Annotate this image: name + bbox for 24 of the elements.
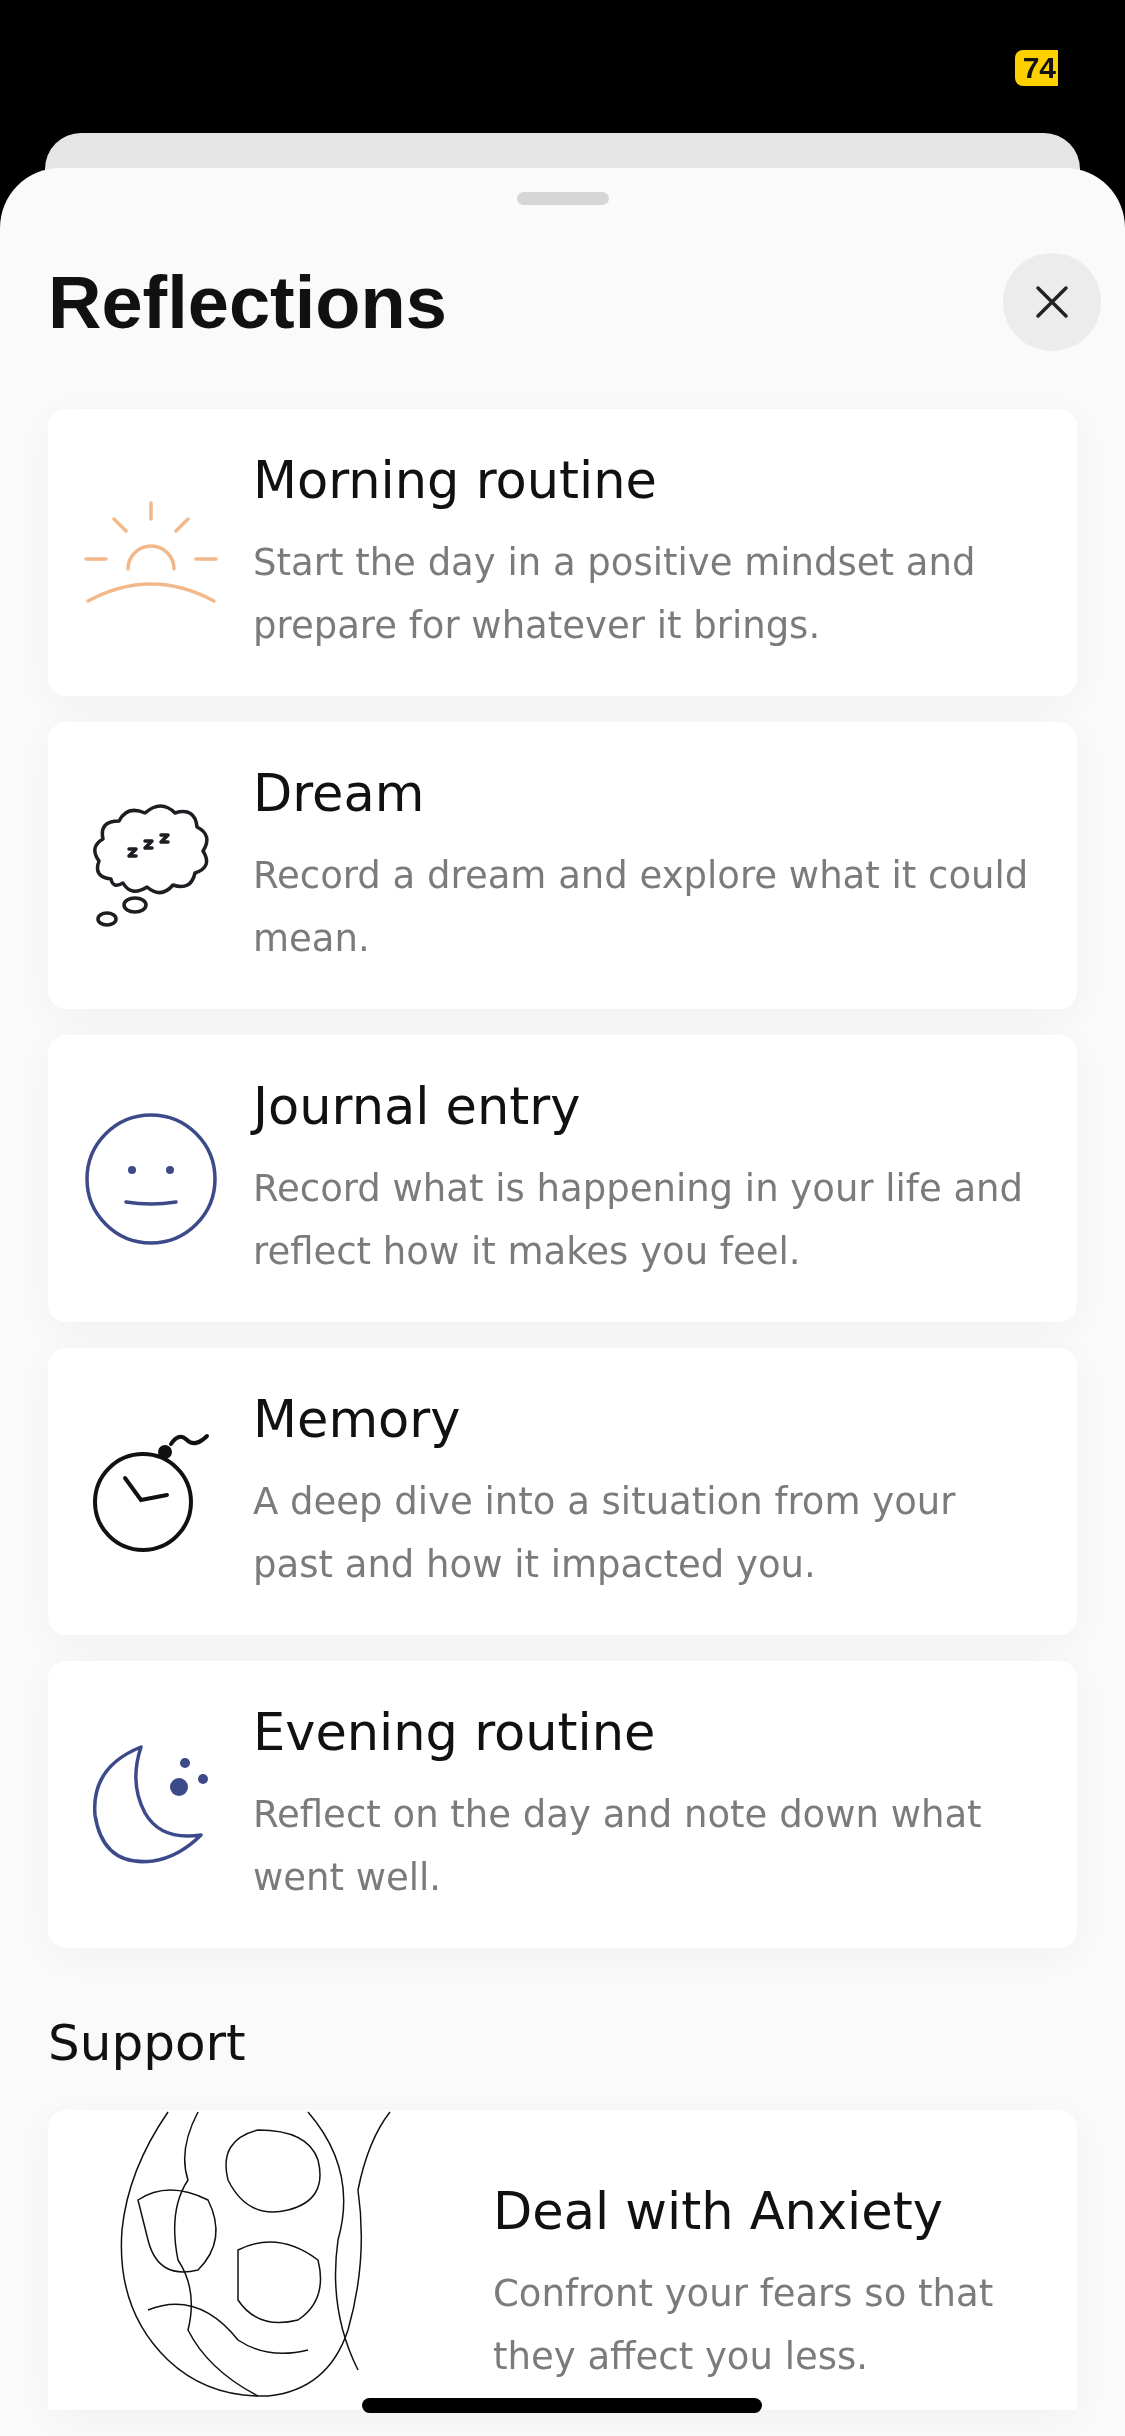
card-title: Deal with Anxiety	[493, 2181, 943, 2243]
drag-handle[interactable]	[516, 192, 609, 205]
smiley-icon	[83, 1111, 218, 1246]
card-description: A deep dive into a situation from your past and how it impacted you.	[253, 1478, 957, 1588]
support-card[interactable]: Deal with Anxiety Confront your fears so that they affect you less.	[48, 2110, 1077, 2410]
card-description: Confront your fears so that they affect you less.	[493, 2271, 995, 2380]
reflection-card[interactable]: Dream Record a dream and explore what it could mean.	[48, 722, 1077, 1009]
card-description: Reflect on the day and note down what went well.	[253, 1791, 983, 1901]
sheet-title: Reflections	[48, 259, 447, 345]
card-description: Start the day in a positive mindset and prepare for whatever it brings.	[253, 539, 977, 649]
reflection-card[interactable]: Morning routine Start the day in a positive mindset and prepare for whatever it brings.	[48, 409, 1077, 696]
card-description: Record what is happening in your life and reflect how it makes you feel.	[253, 1165, 1025, 1275]
reflection-card[interactable]: Evening routine Reflect on the day and note down what went well.	[48, 1661, 1077, 1948]
section-heading: Support	[48, 2014, 247, 2072]
sunrise-icon	[83, 500, 218, 605]
battery-level: 74	[1014, 50, 1058, 86]
card-title: Memory	[253, 1388, 461, 1451]
card-description: Record a dream and explore what it could mean.	[253, 852, 1030, 962]
reflection-card[interactable]: Journal entry Record what is happening in your life and reflect how it makes you feel.	[48, 1035, 1077, 1322]
card-title: Evening routine	[253, 1701, 656, 1764]
card-title: Morning routine	[253, 449, 657, 512]
reflection-card[interactable]: Memory A deep dive into a situation from your past and how it impacted you.	[48, 1348, 1077, 1635]
close-icon	[1035, 285, 1069, 319]
card-title: Dream	[253, 762, 425, 825]
